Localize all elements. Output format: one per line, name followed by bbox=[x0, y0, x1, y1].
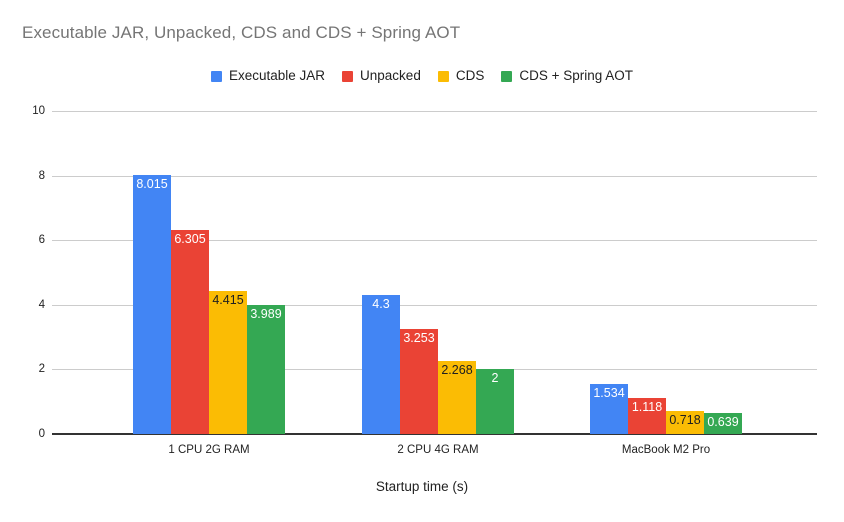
bar-value-label: 0.639 bbox=[707, 415, 739, 430]
bar[interactable]: 8.015 bbox=[133, 175, 171, 434]
bar-value-label: 8.015 bbox=[136, 177, 168, 192]
bar-chart: Executable JAR, Unpacked, CDS and CDS + … bbox=[0, 0, 844, 522]
gridline bbox=[52, 111, 817, 112]
bar-value-label: 4.3 bbox=[372, 297, 390, 312]
legend-item-1[interactable]: Unpacked bbox=[342, 69, 421, 83]
x-axis-category-label: 2 CPU 4G RAM bbox=[397, 444, 479, 456]
bar-value-label: 4.415 bbox=[212, 293, 244, 308]
chart-title: Executable JAR, Unpacked, CDS and CDS + … bbox=[22, 23, 461, 42]
legend-swatch-icon bbox=[342, 70, 354, 82]
x-axis-category-label: 1 CPU 2G RAM bbox=[168, 444, 250, 456]
y-axis-tick-label: 4 bbox=[38, 298, 45, 311]
plot-area: 0 2 4 6 8 10 8.015 6.305 4.415 3.989 4.3 3.253 2.268… bbox=[32, 105, 817, 440]
legend-label: CDS bbox=[455, 68, 485, 84]
bar-value-label: 3.989 bbox=[250, 307, 282, 322]
legend-label: Executable JAR bbox=[228, 68, 326, 84]
y-axis-tick-label: 2 bbox=[38, 363, 45, 376]
y-axis-tick-label: 6 bbox=[38, 234, 45, 247]
legend-label: CDS + Spring AOT bbox=[519, 68, 634, 84]
bar[interactable]: 3.989 bbox=[247, 305, 285, 434]
bar[interactable]: 0.718 bbox=[666, 410, 704, 434]
bar[interactable]: 4.3 bbox=[362, 295, 400, 434]
y-axis-tick-label: 8 bbox=[38, 169, 45, 182]
legend-item-0[interactable]: Executable JAR bbox=[210, 68, 326, 84]
x-axis-category-label: MacBook M2 Pro bbox=[621, 444, 711, 456]
gridline bbox=[52, 434, 817, 435]
chart-legend: Executable JAR Unpacked CDS CDS + Spring AO… bbox=[0, 66, 844, 86]
x-axis-title: Startup time (s) bbox=[375, 479, 469, 494]
bar[interactable]: 4.415 bbox=[209, 291, 247, 434]
y-axis-tick-label: 0 bbox=[38, 428, 45, 440]
bar[interactable]: 2.268 bbox=[438, 360, 476, 434]
bar-value-label: 6.305 bbox=[174, 232, 206, 247]
bar-value-label: 1.118 bbox=[631, 399, 663, 414]
legend-label: Unpacked bbox=[360, 68, 421, 84]
bar[interactable]: 6.305 bbox=[171, 230, 209, 434]
legend-item-2[interactable]: CDS bbox=[437, 68, 485, 84]
bar-value-label: 0.718 bbox=[669, 412, 701, 427]
legend-swatch-icon bbox=[437, 70, 449, 82]
bar[interactable]: 1.534 bbox=[590, 384, 628, 434]
legend-swatch-icon bbox=[210, 70, 222, 82]
bar-value-label: 2.268 bbox=[441, 362, 473, 377]
bar-value-label: 1.534 bbox=[593, 386, 625, 401]
bar[interactable]: 0.639 bbox=[704, 413, 742, 434]
y-axis-tick-label: 10 bbox=[32, 105, 45, 117]
legend-swatch-icon bbox=[501, 70, 513, 82]
bar[interactable]: 3.253 bbox=[400, 328, 438, 434]
bar-value-label: 3.253 bbox=[403, 330, 435, 345]
bar[interactable]: 1.118 bbox=[628, 397, 666, 434]
bar-value-label: 2 bbox=[491, 371, 499, 386]
bar[interactable]: 2 bbox=[476, 369, 514, 434]
legend-item-3[interactable]: CDS + Spring AOT bbox=[501, 69, 633, 83]
